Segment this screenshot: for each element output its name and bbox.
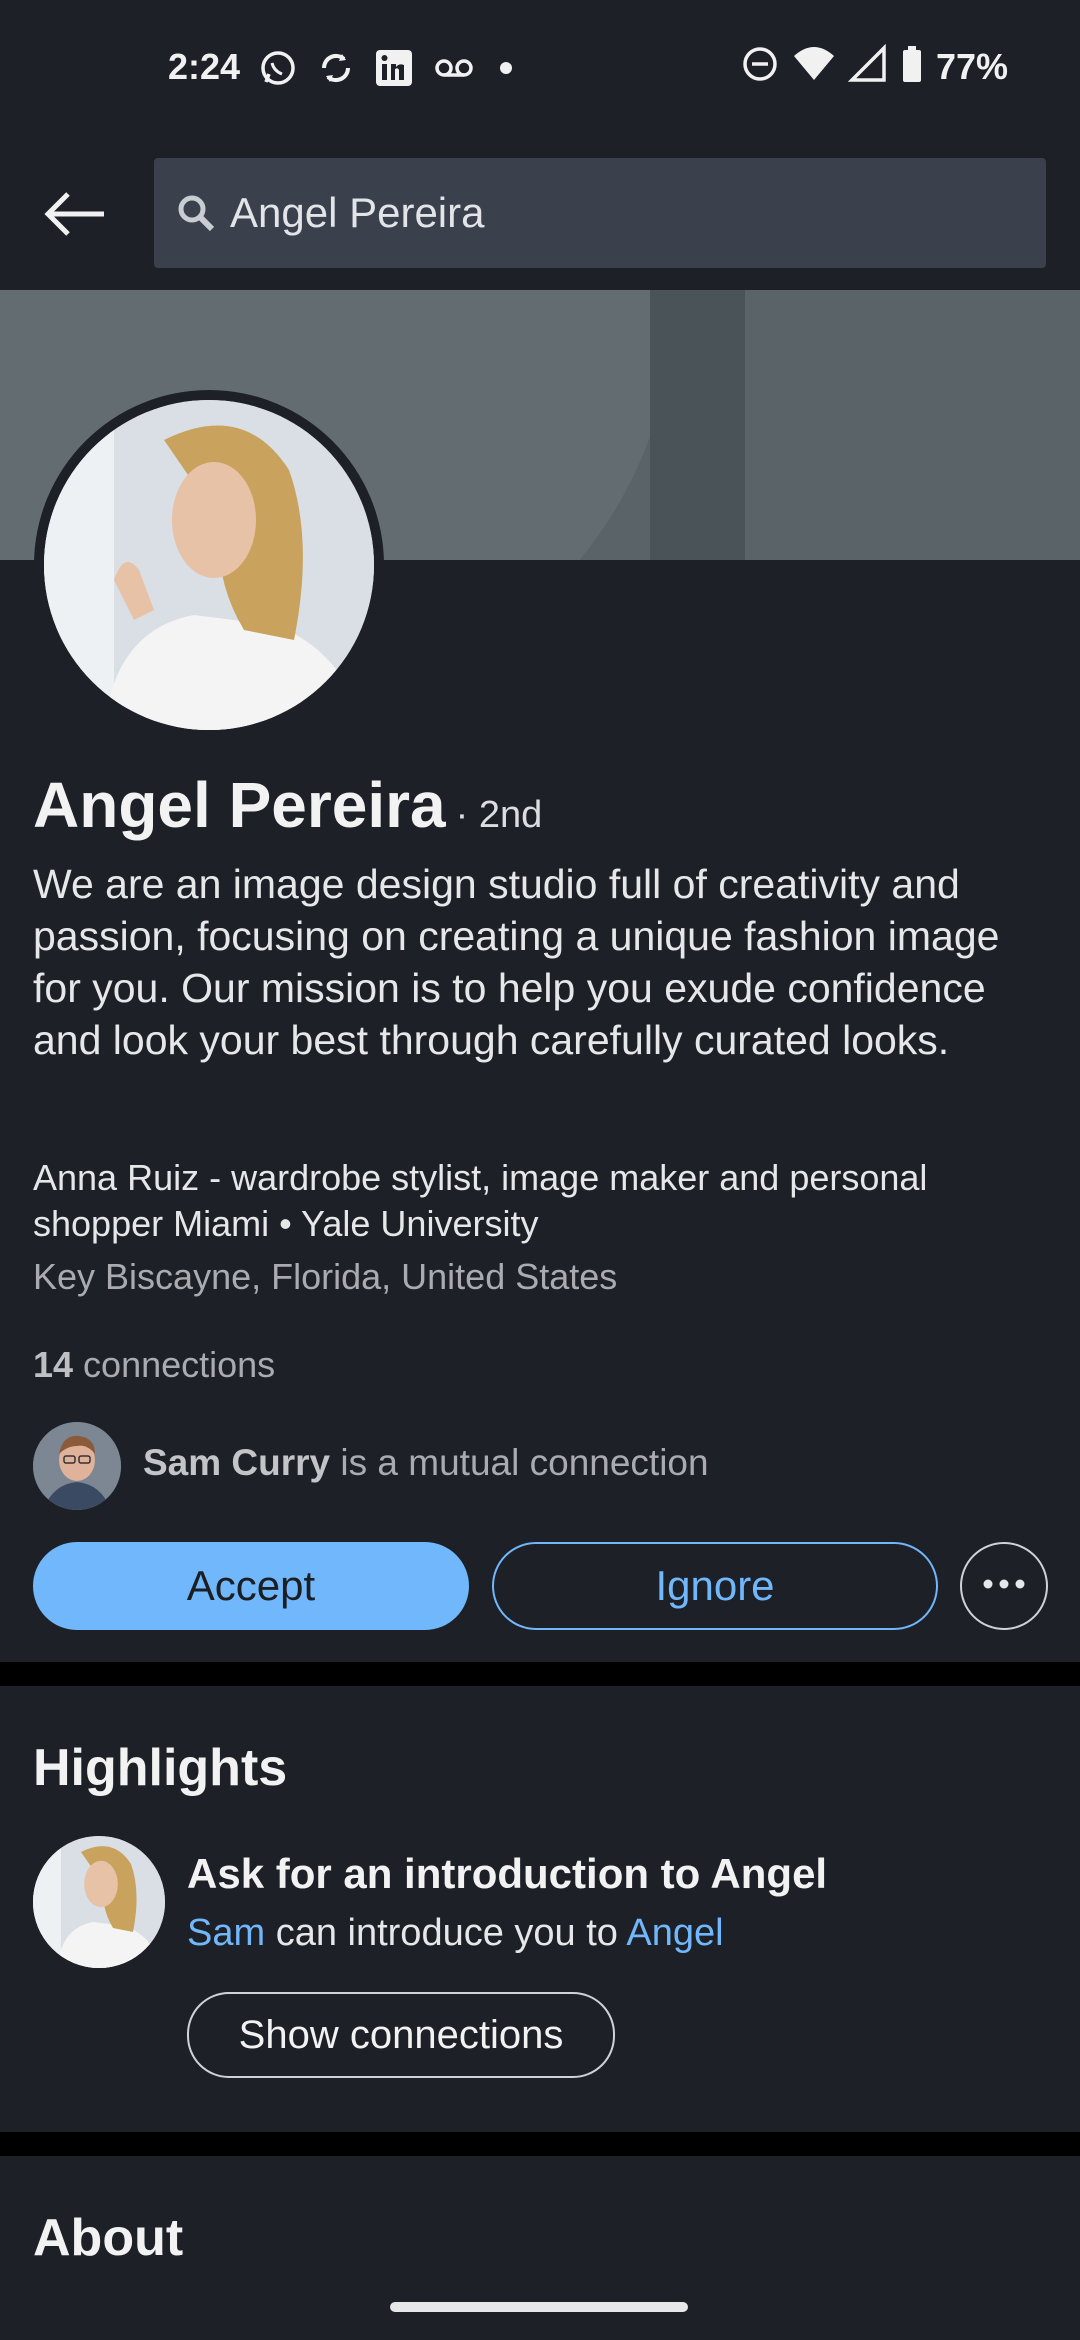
- more-horizontal-icon: [982, 1577, 1026, 1595]
- profile-name: Angel Pereira: [33, 769, 446, 841]
- back-button[interactable]: [40, 188, 110, 244]
- top-bar: Angel Pereira: [0, 140, 1080, 290]
- connection-degree: · 2nd: [455, 794, 543, 836]
- notification-icons: [258, 48, 518, 93]
- section-divider: [0, 1662, 1080, 1686]
- profile-avatar[interactable]: [34, 390, 384, 740]
- connections-number: 14: [33, 1344, 74, 1385]
- mutual-connection-avatar[interactable]: [33, 1422, 121, 1510]
- status-bar: 2:24 77%: [0, 0, 1080, 140]
- accept-button[interactable]: Accept: [33, 1542, 469, 1630]
- battery-percent: 77%: [935, 45, 1008, 87]
- dnd-icon: [740, 44, 780, 89]
- search-input[interactable]: Angel Pereira: [154, 158, 1046, 268]
- about-title: About: [33, 2209, 184, 2267]
- battery-icon: [900, 44, 924, 89]
- status-time: 2:24: [168, 46, 241, 87]
- search-query: Angel Pereira: [230, 189, 485, 236]
- connections-label: connections: [73, 1344, 276, 1385]
- dot-icon: [494, 48, 518, 93]
- section-divider: [0, 2132, 1080, 2156]
- introduction-title: Ask for an introduction to Angel: [187, 1850, 828, 1897]
- sync-icon: [316, 48, 356, 93]
- signal-icon: [847, 43, 888, 89]
- intro-to-link[interactable]: Angel: [626, 1912, 723, 1954]
- ignore-button[interactable]: Ignore: [492, 1542, 938, 1630]
- profile-location: Key Biscayne, Florida, United States: [33, 1256, 618, 1297]
- intro-middle-text: can introduce you to: [265, 1912, 627, 1954]
- linkedin-icon: [374, 48, 414, 93]
- connections-count[interactable]: 14 connections: [33, 1344, 275, 1386]
- introduction-subtitle: Sam can introduce you to Angel: [187, 1912, 724, 1955]
- wifi-icon: [792, 44, 836, 89]
- arrow-left-icon: [44, 191, 106, 242]
- whatsapp-icon: [258, 48, 298, 93]
- show-connections-button[interactable]: Show connections: [187, 1992, 615, 2078]
- home-indicator[interactable]: [390, 2302, 688, 2312]
- intro-from-link[interactable]: Sam: [187, 1912, 265, 1954]
- search-icon: [176, 193, 216, 233]
- profile-headline: We are an image design studio full of cr…: [33, 861, 1000, 1063]
- mutual-connection-suffix: is a mutual connection: [330, 1442, 709, 1483]
- highlights-title: Highlights: [33, 1739, 288, 1797]
- voicemail-icon: [432, 48, 476, 93]
- profile-name-row: Angel Pereira · 2nd: [33, 768, 542, 842]
- profile-photo: [44, 400, 374, 730]
- more-options-button[interactable]: [960, 1542, 1048, 1630]
- mutual-connection-name: Sam Curry: [143, 1442, 331, 1483]
- mutual-connection-text[interactable]: Sam Curry is a mutual connection: [143, 1442, 709, 1484]
- profile-job: Anna Ruiz - wardrobe stylist, image make…: [33, 1157, 928, 1244]
- highlight-avatar: [33, 1836, 165, 1968]
- system-icons: 77%: [740, 43, 1008, 89]
